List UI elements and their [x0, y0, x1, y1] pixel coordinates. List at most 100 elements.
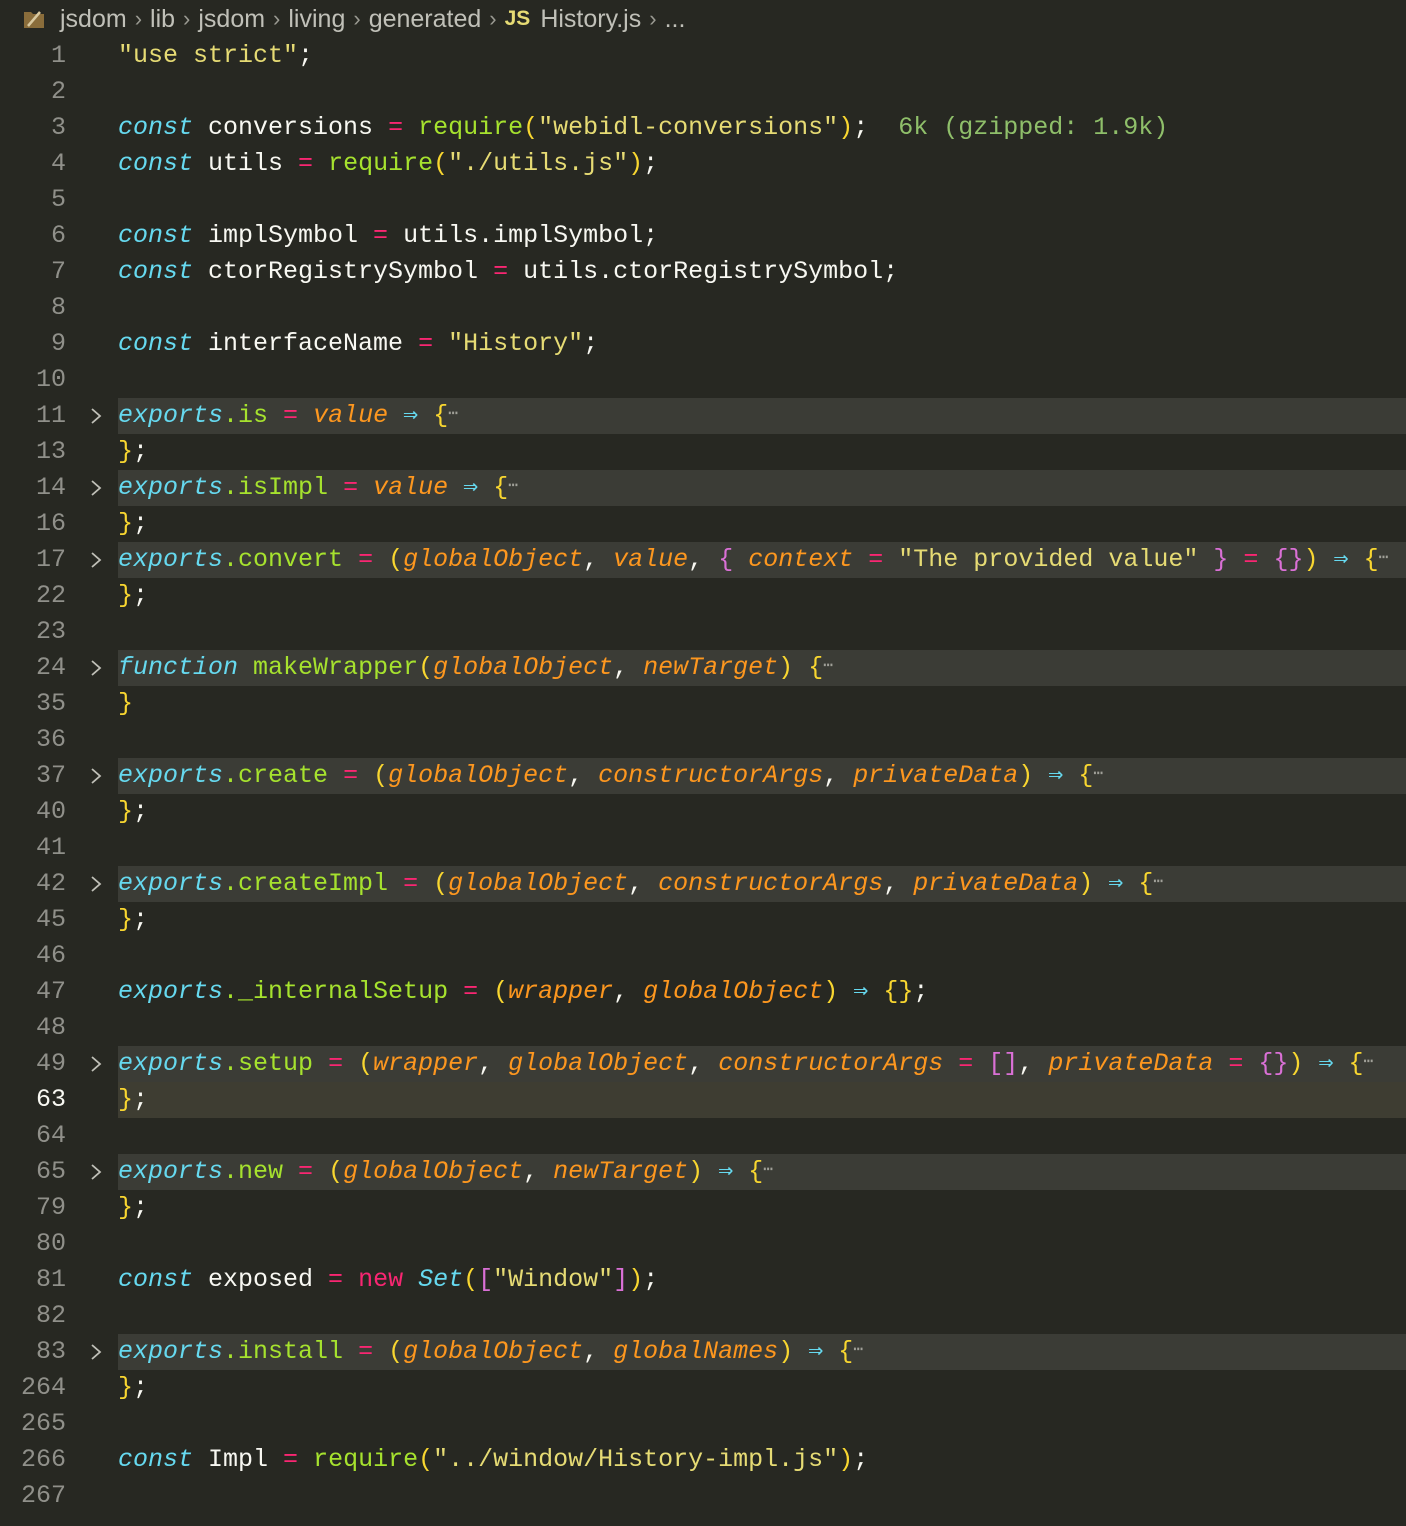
- chevron-right-icon[interactable]: [84, 398, 108, 434]
- fold-placeholder[interactable]: ⋯: [508, 477, 518, 495]
- code-text[interactable]: const interfaceName = "History";: [118, 326, 1406, 362]
- code-line[interactable]: 47 exports._internalSetup = (wrapper, glo…: [0, 974, 1406, 1010]
- code-line[interactable]: 1 "use strict";: [0, 38, 1406, 74]
- code-text[interactable]: [118, 1010, 1406, 1046]
- breadcrumb-file[interactable]: History.js: [540, 5, 641, 34]
- code-line[interactable]: 63};: [0, 1082, 1406, 1118]
- code-text[interactable]: [118, 290, 1406, 326]
- breadcrumb-item-4[interactable]: generated: [369, 5, 482, 34]
- code-line[interactable]: 82: [0, 1298, 1406, 1334]
- chevron-right-icon[interactable]: [84, 1334, 108, 1370]
- code-line[interactable]: 65 exports.new = (globalObject, newTarget…: [0, 1154, 1406, 1190]
- code-line[interactable]: 267: [0, 1478, 1406, 1514]
- chevron-right-icon[interactable]: [84, 470, 108, 506]
- code-line[interactable]: 49 exports.setup = (wrapper, globalObject…: [0, 1046, 1406, 1082]
- fold-placeholder[interactable]: ⋯: [1093, 765, 1103, 783]
- code-text[interactable]: }: [118, 686, 1406, 722]
- code-line[interactable]: 41: [0, 830, 1406, 866]
- breadcrumb-item-3[interactable]: living: [288, 5, 345, 34]
- code-line[interactable]: 48: [0, 1010, 1406, 1046]
- code-line[interactable]: 17 exports.convert = (globalObject, value…: [0, 542, 1406, 578]
- code-text[interactable]: [118, 362, 1406, 398]
- chevron-right-icon[interactable]: [84, 1046, 108, 1082]
- code-text[interactable]: exports.isImpl = value ⇒ {⋯: [118, 470, 1406, 506]
- fold-placeholder[interactable]: ⋯: [853, 1341, 863, 1359]
- code-line[interactable]: 16};: [0, 506, 1406, 542]
- code-text[interactable]: [118, 938, 1406, 974]
- code-line[interactable]: 2: [0, 74, 1406, 110]
- code-line[interactable]: 37 exports.create = (globalObject, constr…: [0, 758, 1406, 794]
- code-line[interactable]: 35}: [0, 686, 1406, 722]
- code-line[interactable]: 6 const implSymbol = utils.implSymbol;: [0, 218, 1406, 254]
- chevron-right-icon[interactable]: [84, 650, 108, 686]
- breadcrumb-more[interactable]: ...: [665, 5, 686, 34]
- code-line[interactable]: 10: [0, 362, 1406, 398]
- code-text[interactable]: function makeWrapper(globalObject, newTa…: [118, 650, 1406, 686]
- code-line[interactable]: 264};: [0, 1370, 1406, 1406]
- code-text[interactable]: [118, 182, 1406, 218]
- breadcrumb-item-0[interactable]: jsdom: [60, 5, 127, 34]
- code-text[interactable]: [118, 830, 1406, 866]
- code-line[interactable]: 42 exports.createImpl = (globalObject, co…: [0, 866, 1406, 902]
- code-text[interactable]: [118, 1118, 1406, 1154]
- breadcrumb-item-1[interactable]: lib: [150, 5, 175, 34]
- fold-placeholder[interactable]: ⋯: [1379, 549, 1389, 567]
- code-line[interactable]: 23: [0, 614, 1406, 650]
- code-line[interactable]: 46: [0, 938, 1406, 974]
- chevron-right-icon[interactable]: [84, 866, 108, 902]
- code-text[interactable]: [118, 1298, 1406, 1334]
- code-text[interactable]: };: [118, 794, 1406, 830]
- code-text[interactable]: const Impl = require("../window/History-…: [118, 1442, 1406, 1478]
- code-line[interactable]: 7 const ctorRegistrySymbol = utils.ctorRe…: [0, 254, 1406, 290]
- code-text[interactable]: exports.is = value ⇒ {⋯: [118, 398, 1406, 434]
- code-text[interactable]: [118, 722, 1406, 758]
- code-text[interactable]: exports.createImpl = (globalObject, cons…: [118, 866, 1406, 902]
- code-line[interactable]: 45};: [0, 902, 1406, 938]
- code-text[interactable]: [118, 614, 1406, 650]
- code-text[interactable]: [118, 1226, 1406, 1262]
- code-text[interactable]: exports._internalSetup = (wrapper, globa…: [118, 974, 1406, 1010]
- code-line[interactable]: 22};: [0, 578, 1406, 614]
- code-line[interactable]: 266 const Impl = require("../window/Histo…: [0, 1442, 1406, 1478]
- code-text[interactable]: "use strict";: [118, 38, 1406, 74]
- code-text[interactable]: const implSymbol = utils.implSymbol;: [118, 218, 1406, 254]
- fold-placeholder[interactable]: ⋯: [1153, 873, 1163, 891]
- code-text[interactable]: };: [118, 1190, 1406, 1226]
- code-text[interactable]: };: [118, 1082, 1406, 1118]
- code-text[interactable]: };: [118, 902, 1406, 938]
- code-line[interactable]: 4 const utils = require("./utils.js");: [0, 146, 1406, 182]
- code-line[interactable]: 265: [0, 1406, 1406, 1442]
- code-text[interactable]: exports.new = (globalObject, newTarget) …: [118, 1154, 1406, 1190]
- code-line[interactable]: 80: [0, 1226, 1406, 1262]
- code-line[interactable]: 36: [0, 722, 1406, 758]
- code-text[interactable]: const exposed = new Set(["Window"]);: [118, 1262, 1406, 1298]
- code-text[interactable]: exports.install = (globalObject, globalN…: [118, 1334, 1406, 1370]
- code-line[interactable]: 8: [0, 290, 1406, 326]
- fold-placeholder[interactable]: ⋯: [448, 405, 458, 423]
- code-text[interactable]: [118, 1406, 1406, 1442]
- chevron-right-icon[interactable]: [84, 1154, 108, 1190]
- code-text[interactable]: const conversions = require("webidl-conv…: [118, 110, 1406, 146]
- code-text[interactable]: const ctorRegistrySymbol = utils.ctorReg…: [118, 254, 1406, 290]
- breadcrumb-item-2[interactable]: jsdom: [198, 5, 265, 34]
- code-text[interactable]: exports.create = (globalObject, construc…: [118, 758, 1406, 794]
- code-text[interactable]: };: [118, 506, 1406, 542]
- code-text[interactable]: [118, 74, 1406, 110]
- code-line[interactable]: 5: [0, 182, 1406, 218]
- chevron-right-icon[interactable]: [84, 542, 108, 578]
- code-text[interactable]: };: [118, 434, 1406, 470]
- code-text[interactable]: const utils = require("./utils.js");: [118, 146, 1406, 182]
- code-line[interactable]: 24 function makeWrapper(globalObject, new…: [0, 650, 1406, 686]
- code-line[interactable]: 40};: [0, 794, 1406, 830]
- code-text[interactable]: };: [118, 1370, 1406, 1406]
- code-line[interactable]: 83 exports.install = (globalObject, globa…: [0, 1334, 1406, 1370]
- code-line[interactable]: 14 exports.isImpl = value ⇒ {⋯: [0, 470, 1406, 506]
- code-text[interactable]: exports.setup = (wrapper, globalObject, …: [118, 1046, 1406, 1082]
- code-line[interactable]: 3 const conversions = require("webidl-con…: [0, 110, 1406, 146]
- code-line[interactable]: 79};: [0, 1190, 1406, 1226]
- code-line[interactable]: 81 const exposed = new Set(["Window"]);: [0, 1262, 1406, 1298]
- code-line[interactable]: 9 const interfaceName = "History";: [0, 326, 1406, 362]
- code-line[interactable]: 11 exports.is = value ⇒ {⋯: [0, 398, 1406, 434]
- fold-placeholder[interactable]: ⋯: [763, 1161, 773, 1179]
- fold-placeholder[interactable]: ⋯: [823, 657, 833, 675]
